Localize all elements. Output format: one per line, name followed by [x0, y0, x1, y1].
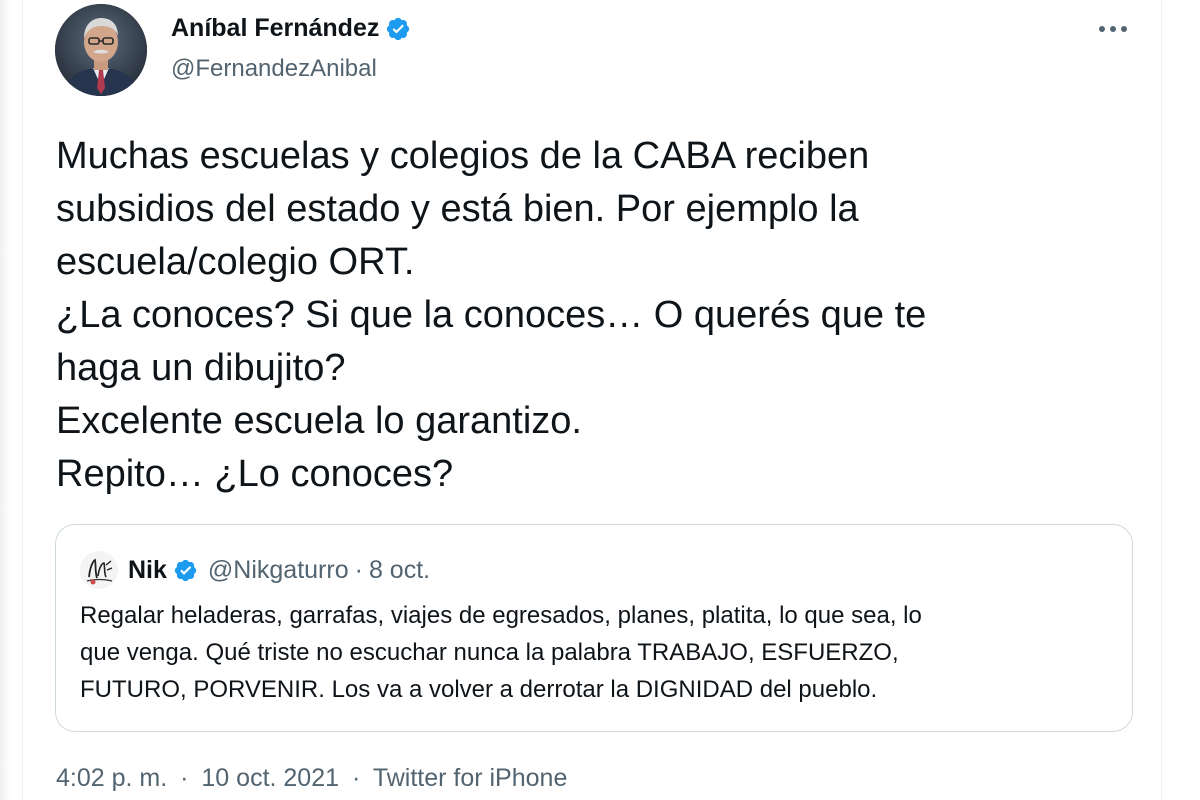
verified-badge-icon — [387, 17, 410, 40]
tweet-date-link[interactable]: 10 oct. 2021 — [201, 764, 339, 792]
tweet-card: Aníbal Fernández @FernandezAnibal Muchas… — [22, 0, 1162, 800]
sketch-avatar-icon — [80, 551, 118, 589]
tweet-source-link[interactable]: Twitter for iPhone — [373, 764, 568, 792]
quoted-meta-separator: · — [354, 555, 363, 584]
quoted-tweet-header: Nik @Nikgaturro · 8 oct. — [80, 551, 430, 589]
footer-separator: · — [180, 764, 189, 792]
quoted-tweet-line: que venga. Qué triste no escuchar nunca … — [80, 639, 899, 666]
quoted-tweet-line: FUTURO, PORVENIR. Los va a volver a derr… — [80, 676, 878, 703]
tweet-line: Excelente escuela lo garantizo. — [56, 400, 582, 442]
tweet-timestamp-link[interactable]: 4:02 p. m. — [56, 764, 167, 792]
tweet-line: haga un dibujito? — [56, 347, 346, 389]
quoted-author-avatar — [80, 551, 118, 589]
author-name-row: Aníbal Fernández — [171, 14, 411, 43]
tweet-line: ¿La conoces? Si que la conoces… O querés… — [56, 294, 927, 336]
quoted-tweet-card[interactable]: Nik @Nikgaturro · 8 oct. Regalar helader… — [55, 524, 1133, 732]
footer-separator: · — [351, 764, 361, 792]
author-handle[interactable]: @FernandezAnibal — [171, 55, 377, 83]
tweet-line: subsidios del estado y está bien. Por ej… — [56, 188, 859, 230]
tweet-line: Muchas escuelas y colegios de la CABA re… — [56, 135, 870, 177]
tweet-footer: 4:02 p. m. · 10 oct. 2021 · Twitter for … — [56, 764, 567, 793]
author-avatar[interactable] — [55, 4, 147, 96]
more-options-button[interactable] — [1093, 14, 1133, 44]
more-horizontal-icon — [1099, 26, 1127, 32]
quoted-tweet-line: Regalar heladeras, garrafas, viajes de e… — [80, 602, 922, 629]
quoted-author-name: Nik — [128, 555, 167, 584]
quoted-author-handle: @Nikgaturro — [207, 555, 349, 584]
quoted-tweet-date: 8 oct. — [368, 555, 431, 584]
tweet-line: escuela/colegio ORT. — [56, 241, 415, 283]
tweet-text: Muchas escuelas y colegios de la CABA re… — [56, 130, 1136, 501]
page-edge — [0, 0, 10, 800]
quoted-tweet-text: Regalar heladeras, garrafas, viajes de e… — [80, 597, 1110, 708]
tweet-line: Repito… ¿Lo conoces? — [56, 453, 454, 495]
author-name[interactable]: Aníbal Fernández — [171, 14, 379, 43]
verified-badge-icon — [174, 559, 197, 581]
user-avatar-photo-icon — [55, 4, 147, 96]
